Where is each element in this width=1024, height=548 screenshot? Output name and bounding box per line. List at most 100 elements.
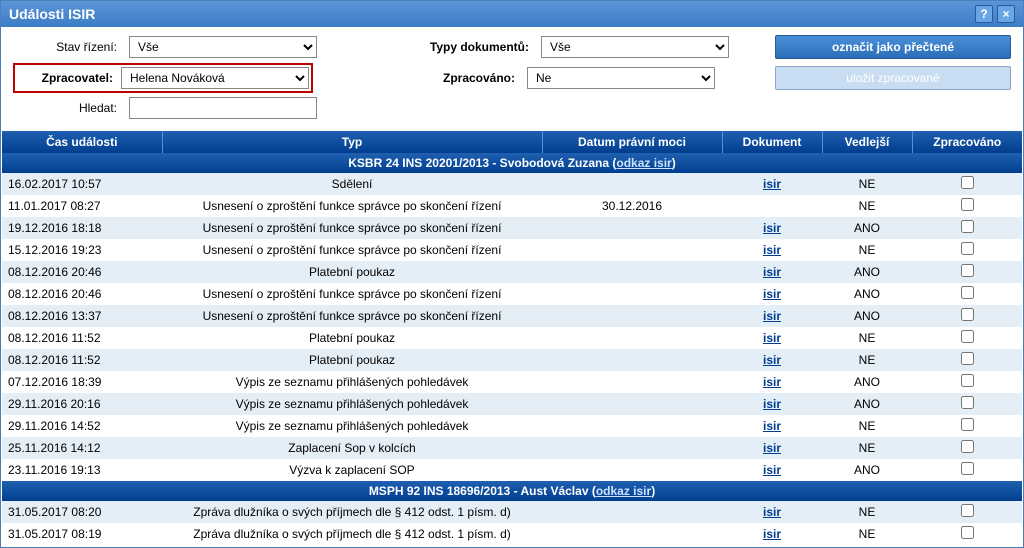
help-icon[interactable]: ? <box>975 5 993 23</box>
zprac-select[interactable]: Helena Nováková <box>121 67 309 89</box>
table-row[interactable]: 07.12.2016 18:39Výpis ze seznamu přihláš… <box>2 371 1022 393</box>
cell-date <box>542 305 722 327</box>
table-row[interactable]: 25.11.2016 14:12Zaplacení Sop v kolcíchi… <box>2 437 1022 459</box>
cell-zpracovano <box>912 327 1022 349</box>
table-row[interactable]: 16.02.2017 10:57SděleníisirNE <box>2 173 1022 195</box>
doc-link[interactable]: isir <box>763 375 781 389</box>
doc-link[interactable]: isir <box>763 527 781 541</box>
zpracovatel-highlight: Zpracovatel: Helena Nováková <box>13 63 313 93</box>
mark-read-button[interactable]: označit jako přečtené <box>775 35 1011 59</box>
cell-time: 31.05.2017 08:20 <box>2 501 162 523</box>
doc-link[interactable]: isir <box>763 177 781 191</box>
zprno-select[interactable]: Ne <box>527 67 715 89</box>
doc-link[interactable]: isir <box>763 505 781 519</box>
zpracovano-checkbox[interactable] <box>961 220 974 233</box>
zpracovano-checkbox[interactable] <box>961 352 974 365</box>
table-row[interactable]: 31.05.2017 08:19Zpráva dlužníka o svých … <box>2 523 1022 545</box>
zpracovano-checkbox[interactable] <box>961 374 974 387</box>
table-row[interactable]: 19.12.2016 18:18Usnesení o zproštění fun… <box>2 217 1022 239</box>
col-time[interactable]: Čas události <box>2 131 162 153</box>
cell-type: Výpis ze seznamu přihlášených pohledávek <box>162 393 542 415</box>
zpracovano-checkbox[interactable] <box>961 396 974 409</box>
table-row[interactable]: 11.01.2017 08:27Usnesení o zproštění fun… <box>2 195 1022 217</box>
cell-time: 16.02.2017 10:57 <box>2 173 162 195</box>
cell-time: 29.11.2016 14:52 <box>2 415 162 437</box>
close-icon[interactable]: × <box>997 5 1015 23</box>
zpracovano-checkbox[interactable] <box>961 504 974 517</box>
cell-doc: isir <box>722 501 822 523</box>
table-row[interactable]: 08.12.2016 11:52Platební poukazisirNE <box>2 349 1022 371</box>
group-isir-link[interactable]: odkaz isir <box>616 156 671 170</box>
doc-link[interactable]: isir <box>763 287 781 301</box>
doc-link[interactable]: isir <box>763 221 781 235</box>
doc-link[interactable]: isir <box>763 441 781 455</box>
typy-select[interactable]: Vše <box>541 36 729 58</box>
cell-doc: isir <box>722 305 822 327</box>
cell-vedlejsi: NE <box>822 327 912 349</box>
cell-time: 23.11.2016 19:13 <box>2 459 162 481</box>
zprac-label: Zpracovatel: <box>17 71 113 85</box>
table-row[interactable]: 08.12.2016 20:46Platební poukazisirANO <box>2 261 1022 283</box>
col-date[interactable]: Datum právní moci <box>542 131 722 153</box>
cell-date <box>542 239 722 261</box>
cell-vedlejsi: NE <box>822 523 912 545</box>
table-row[interactable]: 31.05.2017 08:20Zpráva dlužníka o svých … <box>2 501 1022 523</box>
doc-link[interactable]: isir <box>763 265 781 279</box>
save-processed-button[interactable]: uložit zpracované <box>775 66 1011 90</box>
table-row[interactable]: 08.12.2016 11:52Platební poukazisirNE <box>2 327 1022 349</box>
col-type[interactable]: Typ <box>162 131 542 153</box>
col-zprac[interactable]: Zpracováno <box>912 131 1022 153</box>
zpracovano-checkbox[interactable] <box>961 264 974 277</box>
zpracovano-checkbox[interactable] <box>961 418 974 431</box>
group-isir-link[interactable]: odkaz isir <box>596 484 651 498</box>
cell-zpracovano <box>912 239 1022 261</box>
table-row[interactable]: 15.12.2016 19:23Usnesení o zproštění fun… <box>2 239 1022 261</box>
zpracovano-checkbox[interactable] <box>961 176 974 189</box>
zpracovano-checkbox[interactable] <box>961 440 974 453</box>
doc-link[interactable]: isir <box>763 331 781 345</box>
doc-link[interactable]: isir <box>763 397 781 411</box>
zpracovano-checkbox[interactable] <box>961 286 974 299</box>
cell-zpracovano <box>912 501 1022 523</box>
cell-type: Usnesení o zproštění funkce správce po s… <box>162 305 542 327</box>
search-input[interactable] <box>129 97 317 119</box>
cell-type: Usnesení o zproštění funkce správce po s… <box>162 195 542 217</box>
cell-time: 08.12.2016 20:46 <box>2 261 162 283</box>
cell-time: 11.01.2017 08:27 <box>2 195 162 217</box>
zpracovano-checkbox[interactable] <box>961 330 974 343</box>
cell-time: 29.11.2016 20:16 <box>2 393 162 415</box>
doc-link[interactable]: isir <box>763 309 781 323</box>
cell-zpracovano <box>912 195 1022 217</box>
table-row[interactable]: 29.11.2016 14:52Výpis ze seznamu přihláš… <box>2 415 1022 437</box>
cell-vedlejsi: NE <box>822 195 912 217</box>
zpracovano-checkbox[interactable] <box>961 308 974 321</box>
zpracovano-checkbox[interactable] <box>961 462 974 475</box>
cell-date <box>542 173 722 195</box>
cell-date <box>542 501 722 523</box>
events-table: Čas události Typ Datum právní moci Dokum… <box>2 131 1022 545</box>
cell-date <box>542 415 722 437</box>
table-row[interactable]: 08.12.2016 20:46Usnesení o zproštění fun… <box>2 283 1022 305</box>
group-header-cell: KSBR 24 INS 20201/2013 - Svobodová Zuzan… <box>2 153 1022 173</box>
cell-doc: isir <box>722 283 822 305</box>
cell-time: 15.12.2016 19:23 <box>2 239 162 261</box>
cell-type: Výpis ze seznamu přihlášených pohledávek <box>162 371 542 393</box>
col-ved[interactable]: Vedlejší <box>822 131 912 153</box>
zpracovano-checkbox[interactable] <box>961 242 974 255</box>
cell-zpracovano <box>912 393 1022 415</box>
doc-link[interactable]: isir <box>763 463 781 477</box>
zpracovano-checkbox[interactable] <box>961 526 974 539</box>
col-doc[interactable]: Dokument <box>722 131 822 153</box>
table-row[interactable]: 23.11.2016 19:13Výzva k zaplacení SOPisi… <box>2 459 1022 481</box>
cell-date <box>542 437 722 459</box>
cell-date <box>542 371 722 393</box>
doc-link[interactable]: isir <box>763 419 781 433</box>
zprno-label: Zpracováno: <box>391 71 515 85</box>
stav-select[interactable]: Vše <box>129 36 317 58</box>
table-row[interactable]: 29.11.2016 20:16Výpis ze seznamu přihláš… <box>2 393 1022 415</box>
doc-link[interactable]: isir <box>763 353 781 367</box>
cell-date <box>542 523 722 545</box>
zpracovano-checkbox[interactable] <box>961 198 974 211</box>
doc-link[interactable]: isir <box>763 243 781 257</box>
table-row[interactable]: 08.12.2016 13:37Usnesení o zproštění fun… <box>2 305 1022 327</box>
